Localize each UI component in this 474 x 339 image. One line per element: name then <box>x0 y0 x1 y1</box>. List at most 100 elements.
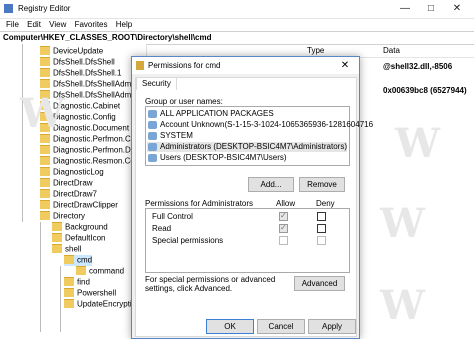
tree-item[interactable]: DfsShell.DfsShellAdmi <box>40 79 133 90</box>
tree-item[interactable]: DfsShell.DfsShell.1 <box>40 68 121 79</box>
tree-item[interactable]: Directory <box>40 211 85 222</box>
folder-icon <box>40 167 50 177</box>
tree-item[interactable]: DeviceUpdate <box>40 46 103 57</box>
tree-item[interactable]: Powershell <box>64 288 116 299</box>
folder-icon <box>40 57 50 67</box>
folder-icon <box>40 200 50 210</box>
allow-header: Allow <box>276 199 296 208</box>
ok-button[interactable]: OK <box>206 319 254 334</box>
read-allow-checkbox[interactable] <box>279 223 288 233</box>
group-icon <box>148 153 157 162</box>
menu-help[interactable]: Help <box>116 20 132 29</box>
menu-bar: File Edit View Favorites Help <box>0 18 474 31</box>
full-control-allow-checkbox[interactable] <box>279 211 288 221</box>
group-icon <box>148 142 157 151</box>
dialog-titlebar: Permissions for cmd ✕ <box>132 57 359 74</box>
full-control-deny-checkbox[interactable] <box>317 212 326 221</box>
folder-icon <box>52 233 62 243</box>
tree-item[interactable]: Diagnostic.Resmon.Co <box>40 156 135 167</box>
remove-button[interactable]: Remove <box>299 177 345 192</box>
user-icon <box>148 120 157 129</box>
folder-icon <box>40 46 50 56</box>
tree-guide-line <box>40 222 41 332</box>
tree-item[interactable]: DefaultIcon <box>52 233 105 244</box>
list-item-selected[interactable]: Administrators (DESKTOP-BSIC4M7\Administ… <box>147 142 347 152</box>
minimize-button[interactable]: — <box>392 2 418 16</box>
address-path: Computer\HKEY_CLASSES_ROOT\Directory\she… <box>3 33 212 42</box>
watermark: W <box>380 282 425 329</box>
folder-icon <box>64 299 74 309</box>
tree-item[interactable]: UpdateEncryptio <box>64 299 136 310</box>
maximize-button[interactable]: □ <box>418 2 444 16</box>
special-allow-checkbox[interactable] <box>279 236 288 245</box>
address-bar[interactable]: Computer\HKEY_CLASSES_ROOT\Directory\she… <box>0 31 474 45</box>
add-button[interactable]: Add... <box>248 177 294 192</box>
permission-name: Full Control <box>152 212 193 221</box>
group-icon <box>148 131 157 140</box>
app-icon <box>4 4 13 13</box>
tree-item[interactable]: Background <box>52 222 108 233</box>
tab-security[interactable]: Security <box>136 77 177 90</box>
window-title: Registry Editor <box>18 4 71 13</box>
lock-icon <box>136 61 144 70</box>
value-data: @shell32.dll,-8506 <box>383 62 453 71</box>
tree-item[interactable]: DirectDraw <box>40 178 93 189</box>
close-button[interactable]: ✕ <box>444 2 470 16</box>
tree-guide-line <box>60 266 61 332</box>
menu-edit[interactable]: Edit <box>27 20 41 29</box>
folder-icon <box>40 145 50 155</box>
tree-item[interactable]: find <box>64 277 90 288</box>
tree-item[interactable]: DirectDraw7 <box>40 189 97 200</box>
permission-name: Read <box>152 224 172 233</box>
folder-icon <box>52 222 62 232</box>
read-deny-checkbox[interactable] <box>317 224 326 233</box>
menu-favorites[interactable]: Favorites <box>75 20 108 29</box>
value-data: 0x00639bc8 (6527944) <box>383 86 467 95</box>
watermark: W <box>20 90 65 137</box>
tree-item[interactable]: Diagnostic.Perfmon.Do <box>40 145 135 156</box>
list-item[interactable]: SYSTEM <box>147 131 347 141</box>
permission-name: Special permissions <box>152 236 224 245</box>
group-label: Group or user names: <box>145 97 223 106</box>
special-deny-checkbox[interactable] <box>317 236 326 245</box>
tree-item[interactable]: DiagnosticLog <box>40 167 104 178</box>
column-type[interactable]: Type <box>307 46 324 55</box>
list-item[interactable]: Users (DESKTOP-BSIC4M7\Users) <box>147 153 347 163</box>
folder-icon <box>40 211 50 221</box>
permission-list: Full Control Read Special permissions <box>145 208 350 273</box>
tree-item[interactable]: shell <box>52 244 81 255</box>
registry-tree: DeviceUpdate DfsShell.DfsShell DfsShell.… <box>0 44 146 337</box>
watermark: W <box>380 200 425 247</box>
watermark: W <box>395 120 440 167</box>
folder-icon <box>40 189 50 199</box>
folder-icon <box>52 244 62 254</box>
folder-icon <box>64 277 74 287</box>
column-data[interactable]: Data <box>383 46 400 55</box>
tree-item-selected[interactable]: cmd <box>64 255 93 266</box>
tree-item[interactable]: DfsShell.DfsShell <box>40 57 115 68</box>
group-list[interactable]: ALL APPLICATION PACKAGES Account Unknown… <box>145 106 373 166</box>
tree-item[interactable]: command <box>76 266 124 277</box>
permissions-dialog: Permissions for cmd ✕ Security Group or … <box>131 56 373 339</box>
tree-item[interactable]: DirectDrawClipper <box>40 200 118 211</box>
advanced-hint: For special permissions or advanced sett… <box>145 275 276 293</box>
folder-icon <box>64 288 74 298</box>
deny-header: Deny <box>316 199 335 208</box>
dialog-close-button[interactable]: ✕ <box>332 58 358 73</box>
registry-titlebar: Registry Editor — □ ✕ <box>0 0 474 19</box>
folder-icon <box>64 255 74 265</box>
dialog-title: Permissions for cmd <box>148 61 221 70</box>
apply-button[interactable]: Apply <box>308 319 356 334</box>
group-icon <box>148 109 157 118</box>
list-item[interactable]: Account Unknown(S-1-15-3-1024-1065365936… <box>147 120 373 130</box>
cancel-button[interactable]: Cancel <box>257 319 305 334</box>
folder-icon <box>40 68 50 78</box>
permissions-label: Permissions for Administrators <box>145 199 254 208</box>
list-item[interactable]: ALL APPLICATION PACKAGES <box>147 109 347 119</box>
folder-icon <box>40 79 50 89</box>
folder-icon <box>40 178 50 188</box>
menu-file[interactable]: File <box>6 20 19 29</box>
menu-view[interactable]: View <box>49 20 66 29</box>
advanced-button[interactable]: Advanced <box>294 276 345 291</box>
folder-icon <box>76 266 86 276</box>
